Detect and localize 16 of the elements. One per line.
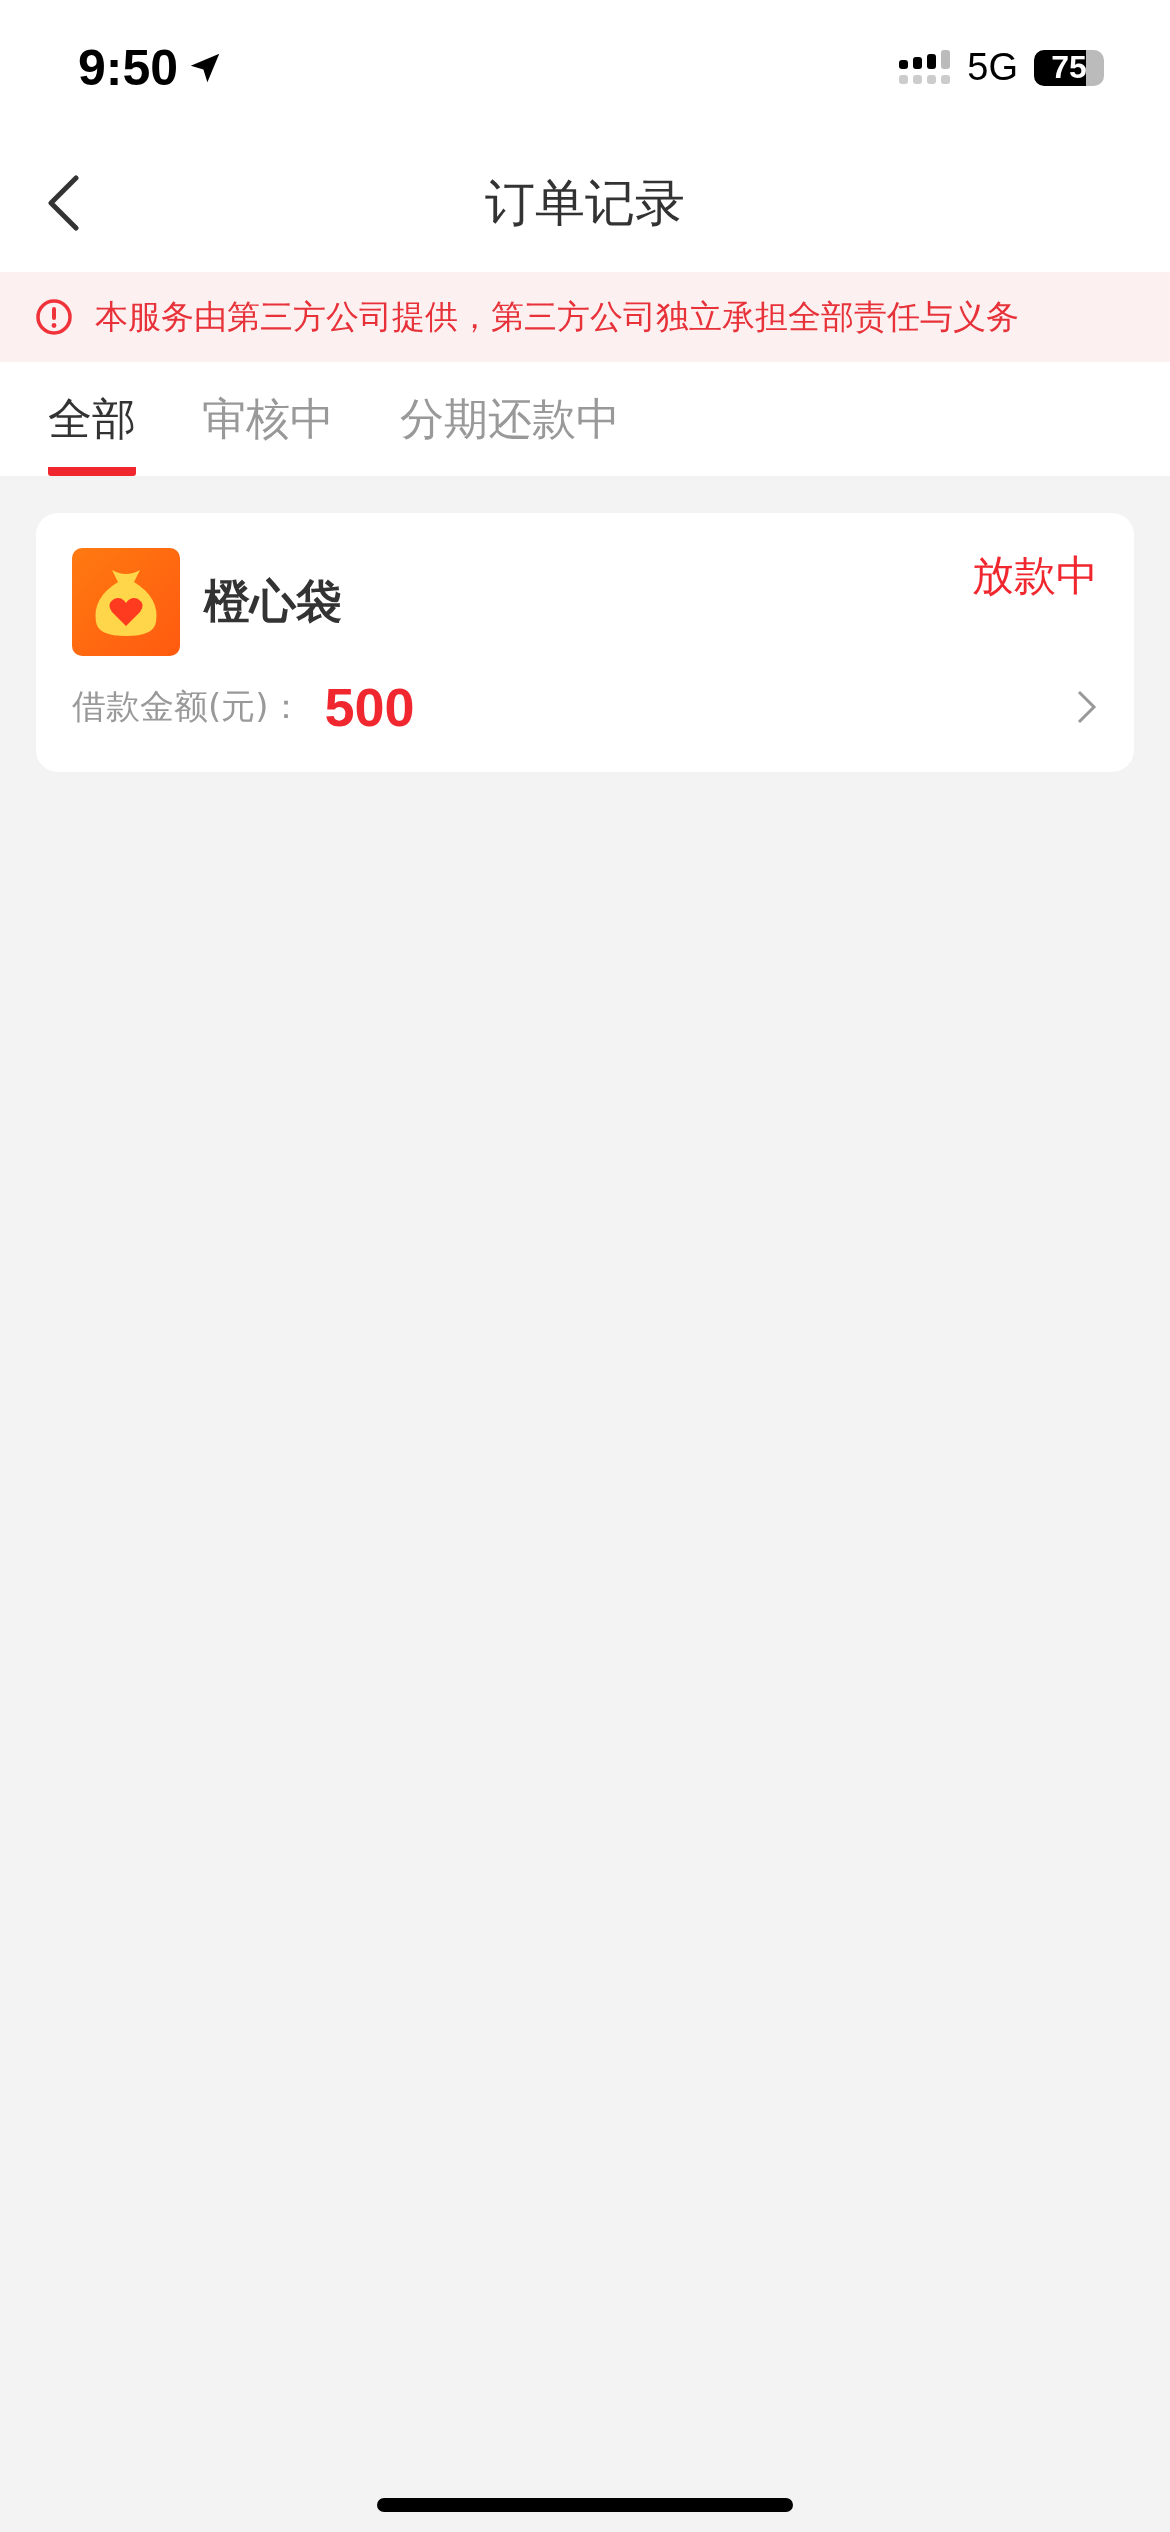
signal-icon <box>899 49 952 86</box>
loan-amount: 500 <box>324 676 415 738</box>
amount-label: 借款金额(元)： <box>72 685 303 728</box>
product-name: 橙心袋 <box>204 573 342 630</box>
battery-indicator: 75 <box>1034 49 1104 86</box>
page-title: 订单记录 <box>485 173 685 234</box>
chevron-right-icon <box>1076 689 1098 725</box>
order-card[interactable]: 橙心袋 放款中 借款金额(元)： 500 <box>36 513 1134 772</box>
money-bag-icon <box>72 548 180 656</box>
order-status: 放款中 <box>972 550 1098 602</box>
back-icon[interactable] <box>46 175 80 231</box>
warning-icon <box>35 298 73 336</box>
status-time: 9:50 <box>78 38 179 97</box>
network-label: 5G <box>967 46 1018 89</box>
notice-text: 本服务由第三方公司提供，第三方公司独立承担全部责任与义务 <box>95 295 1019 338</box>
tab[interactable]: 全部 <box>48 362 136 476</box>
